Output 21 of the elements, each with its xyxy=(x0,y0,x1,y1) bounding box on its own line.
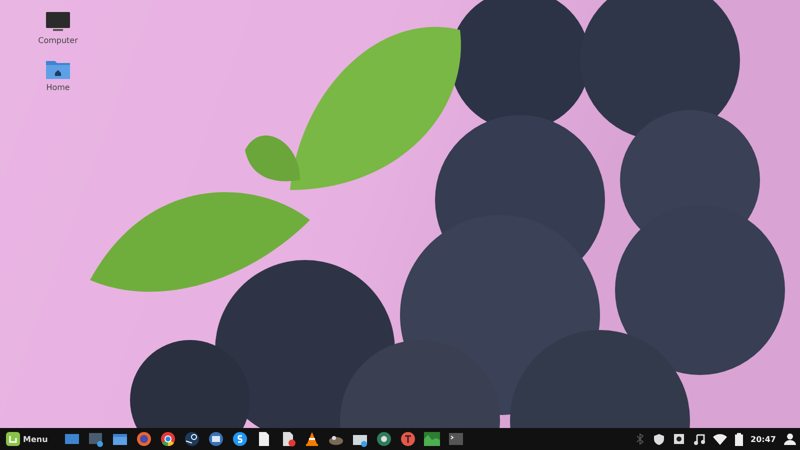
browser-icon[interactable] xyxy=(160,431,176,447)
menu-button[interactable]: Menu xyxy=(4,430,50,448)
user-icon[interactable] xyxy=(784,433,796,445)
monitor-icon[interactable] xyxy=(46,12,70,32)
folder-icon[interactable] xyxy=(112,431,128,447)
shield-icon[interactable] xyxy=(652,433,665,445)
chart-icon[interactable] xyxy=(424,431,440,447)
music-note-icon[interactable] xyxy=(692,433,705,445)
battery-icon[interactable] xyxy=(734,432,743,446)
desktop-icon-label[interactable]: Computer xyxy=(38,36,78,45)
clock[interactable]: 20:47 xyxy=(750,434,776,444)
show-desktop-icon[interactable] xyxy=(64,431,80,447)
folder-icon[interactable] xyxy=(46,59,70,79)
chat-icon[interactable] xyxy=(232,431,248,447)
wifi-icon[interactable] xyxy=(712,434,727,444)
terminal-icon[interactable] xyxy=(448,431,464,447)
logo-icon xyxy=(6,432,20,446)
traffic-cone-icon[interactable] xyxy=(304,431,320,447)
bluetooth-icon[interactable] xyxy=(634,433,645,445)
browser-icon[interactable] xyxy=(136,431,152,447)
desktop-icon-label[interactable]: Home xyxy=(46,83,70,92)
